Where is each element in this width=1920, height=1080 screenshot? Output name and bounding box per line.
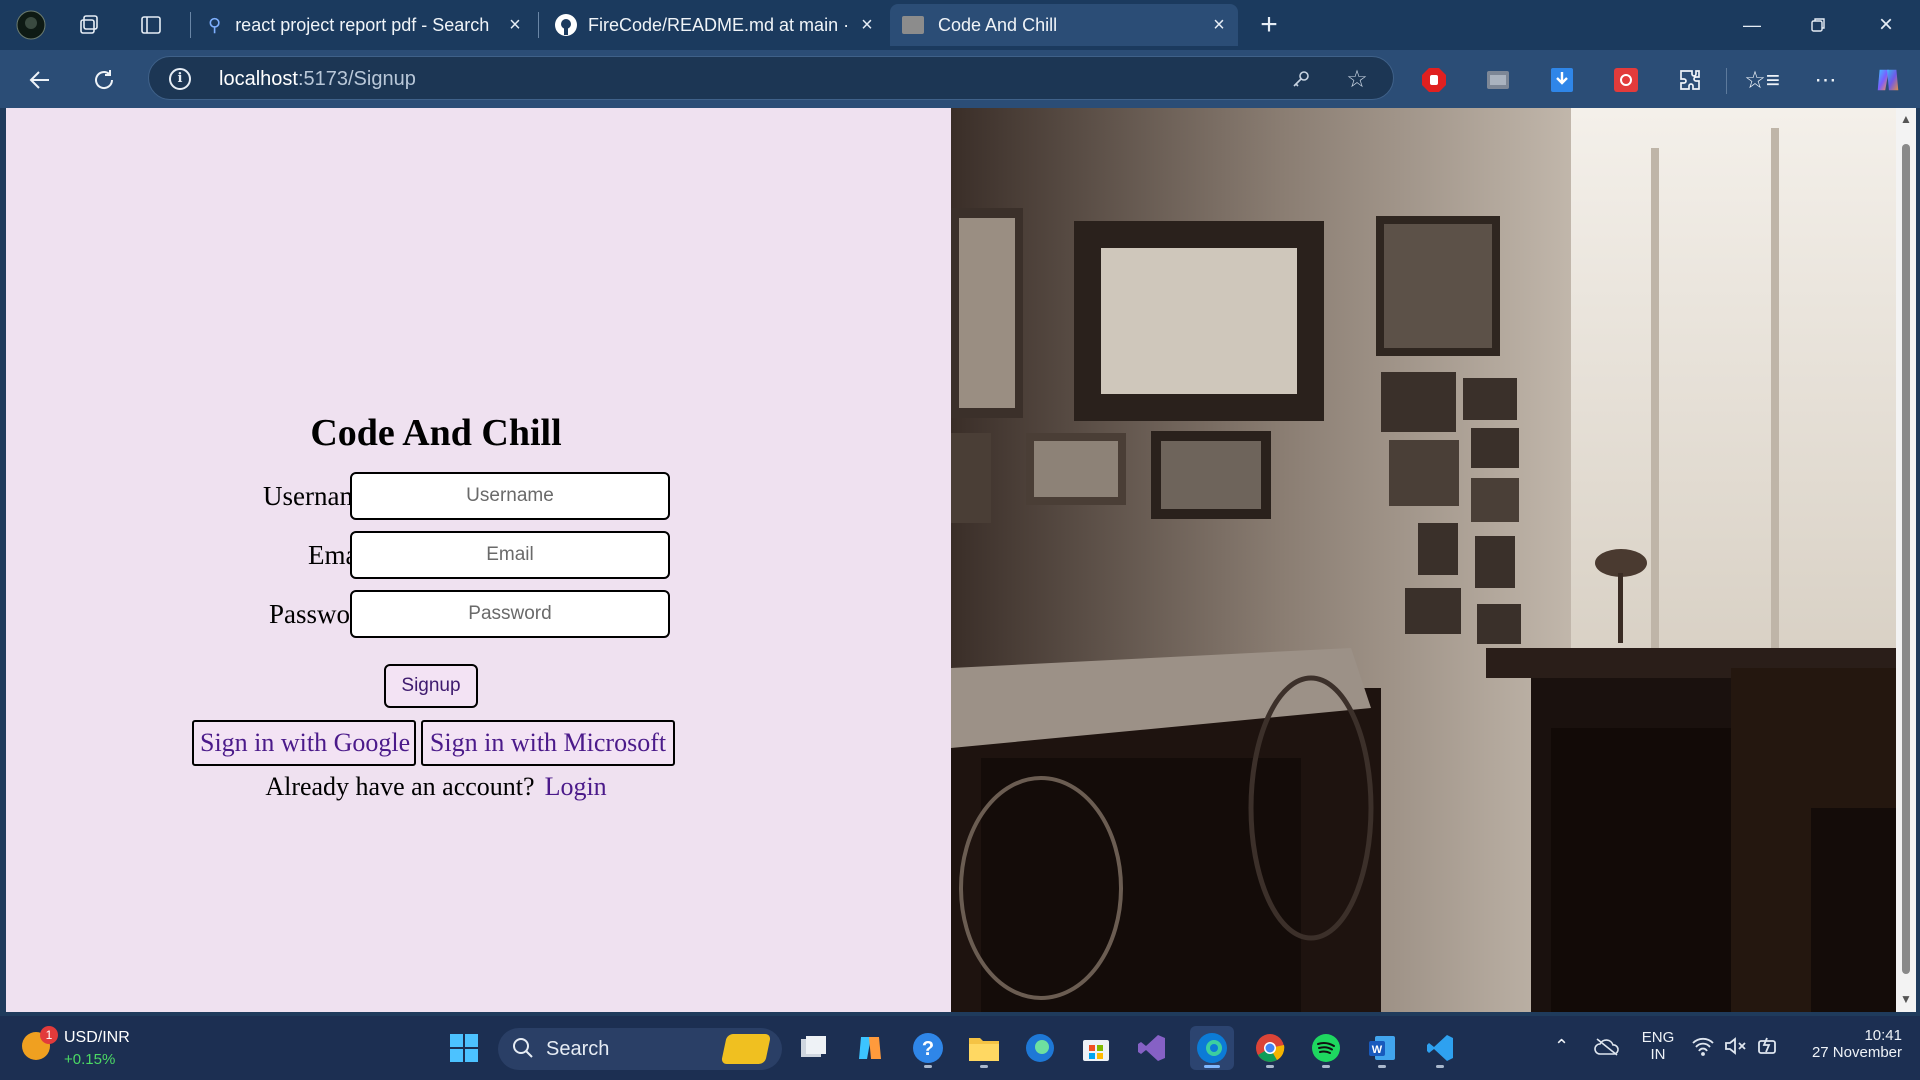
adblock-extension-icon[interactable]: [1420, 66, 1448, 94]
clock[interactable]: 10:41 27 November: [1794, 1027, 1902, 1061]
scroll-up-icon[interactable]: ▲: [1899, 112, 1913, 126]
file-explorer-icon[interactable]: [962, 1026, 1006, 1070]
profile-avatar[interactable]: [14, 8, 48, 42]
microsoft-signin-button[interactable]: Sign in with Microsoft: [421, 720, 675, 766]
password-row: Password:: [156, 590, 716, 638]
tab-actions-icon[interactable]: [134, 8, 168, 42]
taskbar: 1 USD/INR +0.15% Search ? W ⌃ ENG IN 10:…: [0, 1016, 1920, 1080]
username-row: Username:: [156, 472, 716, 520]
spotify-icon[interactable]: [1304, 1026, 1348, 1070]
signup-button[interactable]: Signup: [384, 664, 478, 708]
room-photo: [951, 108, 1896, 1012]
search-icon: ⚲: [208, 14, 222, 35]
email-row: Email:: [156, 531, 716, 579]
search-icon: [512, 1037, 534, 1064]
new-tab-icon[interactable]: +: [1252, 8, 1286, 42]
tab-search[interactable]: ⚲ react project report pdf - Search ×: [196, 4, 534, 46]
scroll-thumb[interactable]: [1902, 144, 1910, 974]
visual-studio-icon[interactable]: [1130, 1026, 1174, 1070]
password-key-icon[interactable]: [1289, 67, 1313, 91]
github-icon: [554, 13, 578, 37]
tab-manager-extension-icon[interactable]: [1484, 66, 1512, 94]
favorite-star-icon[interactable]: ☆: [1345, 66, 1369, 93]
widget-change: +0.15%: [64, 1051, 116, 1068]
help-icon[interactable]: ?: [906, 1026, 950, 1070]
microsoft-store-icon[interactable]: [1074, 1026, 1118, 1070]
email-input[interactable]: [350, 531, 670, 579]
page-viewport: Code And Chill Username: Email: Password…: [6, 108, 1896, 1012]
page-favicon: [902, 16, 924, 34]
tab-code-and-chill[interactable]: Code And Chill ×: [890, 4, 1238, 46]
more-menu-icon[interactable]: ⋯: [1812, 66, 1840, 94]
copilot-taskbar-icon[interactable]: [848, 1026, 892, 1070]
copilot-icon[interactable]: [1874, 66, 1902, 94]
screenshot-extension-icon[interactable]: [1612, 66, 1640, 94]
close-tab-icon[interactable]: ×: [856, 14, 878, 36]
word-icon[interactable]: W: [1360, 1026, 1404, 1070]
scroll-down-icon[interactable]: ▼: [1899, 992, 1913, 1006]
language-indicator[interactable]: ENG IN: [1636, 1029, 1680, 1063]
svg-text:?: ?: [922, 1038, 934, 1060]
google-signin-button[interactable]: Sign in with Google: [192, 720, 416, 766]
back-icon[interactable]: [22, 62, 58, 98]
volume-muted-icon[interactable]: [1724, 1036, 1748, 1061]
page-title: Code And Chill: [310, 412, 562, 454]
onedrive-icon[interactable]: [1594, 1038, 1620, 1061]
svg-text:W: W: [1372, 1044, 1383, 1056]
notification-badge: 1: [40, 1026, 58, 1044]
address-toolbar: i localhost:5173/Signup ☆ ☆≡ ⋯: [0, 50, 1920, 108]
login-prompt: Already have an account? Login: [156, 772, 716, 802]
address-bar[interactable]: i localhost:5173/Signup ☆: [148, 56, 1394, 100]
close-tab-icon[interactable]: ×: [504, 14, 526, 36]
page-scrollbar[interactable]: ▲ ▼: [1896, 108, 1916, 1012]
favorites-icon[interactable]: ☆≡: [1744, 66, 1780, 94]
search-highlight-icon: [720, 1034, 772, 1064]
have-account-text: Already have an account?: [265, 772, 535, 801]
extensions-puzzle-icon[interactable]: [1676, 66, 1704, 94]
url-text[interactable]: localhost:5173/Signup: [219, 68, 416, 91]
taskbar-search[interactable]: Search: [498, 1028, 782, 1070]
workspaces-icon[interactable]: [72, 8, 106, 42]
wifi-icon[interactable]: [1692, 1036, 1714, 1061]
task-view-icon[interactable]: [792, 1026, 836, 1070]
close-tab-icon[interactable]: ×: [1208, 14, 1230, 36]
weather-widget[interactable]: 1 USD/INR +0.15%: [22, 1026, 142, 1072]
show-hidden-icons[interactable]: ⌃: [1554, 1036, 1569, 1057]
minimize-icon[interactable]: —: [1730, 8, 1774, 42]
battery-icon[interactable]: [1756, 1036, 1780, 1061]
login-link[interactable]: Login: [545, 772, 607, 801]
vscode-icon[interactable]: [1418, 1026, 1462, 1070]
restore-icon[interactable]: [1796, 8, 1840, 42]
edge-icon[interactable]: [1190, 1026, 1234, 1070]
password-input[interactable]: [350, 590, 670, 638]
refresh-icon[interactable]: [86, 62, 122, 98]
site-info-icon[interactable]: i: [169, 68, 191, 90]
widget-title: USD/INR: [64, 1029, 130, 1046]
tab-strip: ⚲ react project report pdf - Search × Fi…: [0, 0, 1920, 50]
edge-beta-icon[interactable]: [1018, 1026, 1062, 1070]
download-extension-icon[interactable]: [1548, 66, 1576, 94]
start-button[interactable]: [442, 1026, 486, 1070]
close-window-icon[interactable]: ×: [1864, 8, 1908, 42]
username-input[interactable]: [350, 472, 670, 520]
chrome-icon[interactable]: [1248, 1026, 1292, 1070]
signup-panel: Code And Chill Username: Email: Password…: [6, 108, 951, 1012]
tab-github[interactable]: FireCode/README.md at main · M ×: [542, 4, 886, 46]
